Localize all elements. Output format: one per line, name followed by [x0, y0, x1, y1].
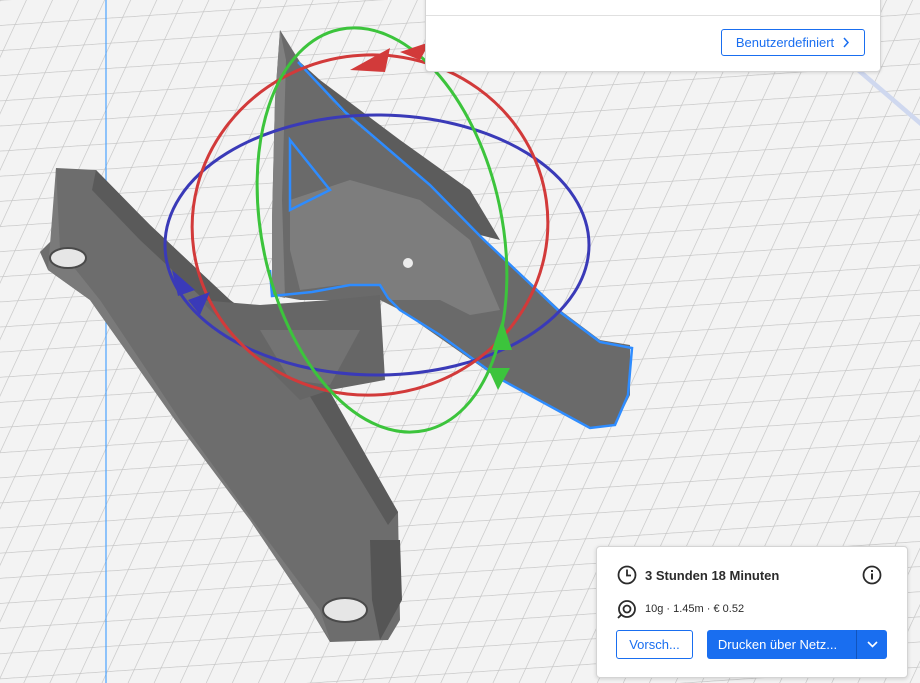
print-dropdown-toggle[interactable] [857, 641, 887, 648]
print-time: 3 Stunden 18 Minuten [645, 567, 780, 583]
custom-settings-button[interactable]: Benutzerdefiniert [721, 29, 865, 56]
preview-button[interactable]: Vorsch... [616, 630, 693, 659]
material-info: 10g · 1.45m · € 0.52 [645, 603, 745, 615]
info-icon[interactable] [862, 565, 882, 585]
preview-label: Vorsch... [629, 637, 680, 652]
clock-icon [617, 565, 637, 585]
custom-settings-label: Benutzerdefiniert [735, 35, 835, 50]
chevron-down-icon [866, 641, 878, 648]
print-summary-panel: 3 Stunden 18 Minuten 10g · 1.45m · € 0.5… [596, 546, 908, 678]
filament-spool-icon [617, 600, 636, 619]
panel-divider [426, 15, 880, 16]
print-settings-panel: Benutzerdefiniert [425, 0, 881, 72]
chevron-right-icon [843, 37, 850, 48]
print-label: Drucken über Netz... [717, 637, 838, 652]
print-over-network-button[interactable]: Drucken über Netz... [707, 630, 887, 659]
print-time-row: 3 Stunden 18 Minuten [617, 565, 779, 585]
material-row: 10g · 1.45m · € 0.52 [617, 599, 744, 619]
